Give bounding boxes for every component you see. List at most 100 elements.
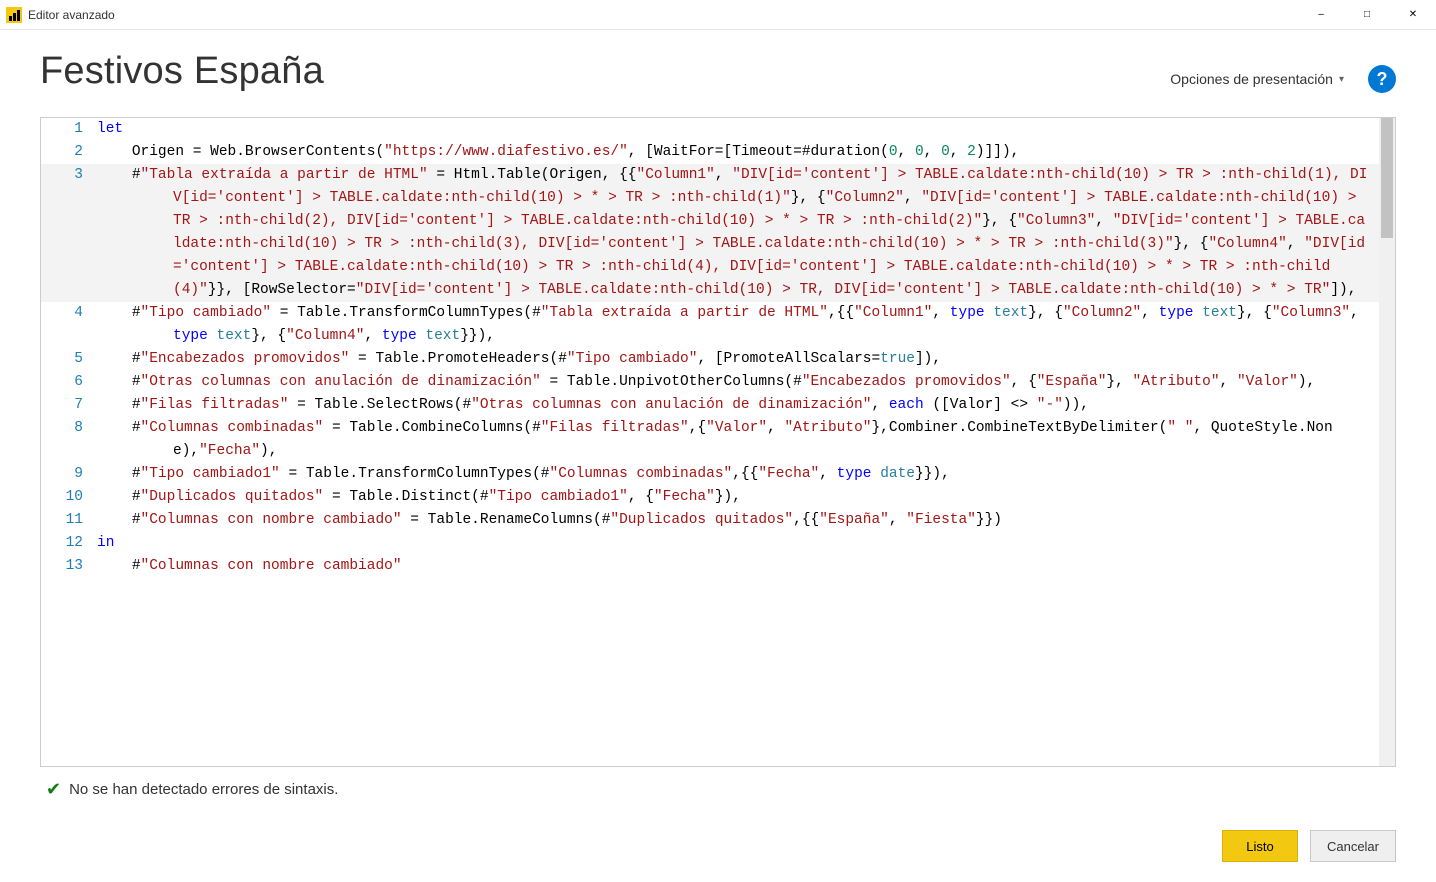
- string: "Fecha": [758, 466, 819, 482]
- string: "Columnas combinadas": [141, 420, 324, 436]
- keyword-type: type: [173, 328, 208, 344]
- keyword-in: in: [97, 535, 114, 551]
- string: "Column3": [1272, 305, 1350, 321]
- line-number: 13: [41, 555, 97, 578]
- code-text: #: [97, 420, 141, 436]
- code-text: }, {: [791, 190, 826, 206]
- code-line[interactable]: 13 #"Columnas con nombre cambiado": [41, 555, 1395, 578]
- code-text: #: [97, 466, 141, 482]
- line-number: 12: [41, 532, 97, 555]
- scrollbar[interactable]: [1379, 118, 1395, 766]
- code-text: }, {: [1028, 305, 1063, 321]
- code-text: ),: [1298, 374, 1315, 390]
- type-name: text: [217, 328, 252, 344]
- string: "Encabezados promovidos": [802, 374, 1011, 390]
- display-options-label: Opciones de presentación: [1170, 71, 1333, 87]
- check-icon: ✔: [46, 779, 61, 800]
- line-number: 1: [41, 118, 97, 141]
- code-text: = Table.PromoteHeaders(#: [349, 351, 567, 367]
- code-editor[interactable]: 1 let 2 Origen = Web.BrowserContents("ht…: [40, 117, 1396, 767]
- string: "Tipo cambiado": [567, 351, 698, 367]
- help-icon[interactable]: ?: [1368, 65, 1396, 93]
- titlebar: Editor avanzado – □ ✕: [0, 0, 1436, 30]
- code-line[interactable]: 10 #"Duplicados quitados" = Table.Distin…: [41, 486, 1395, 509]
- type-name: text: [425, 328, 460, 344]
- string: "Atributo": [1133, 374, 1220, 390]
- code-text: ,: [1095, 213, 1112, 229]
- literal-true: true: [880, 351, 915, 367]
- code-text: , [WaitFor=[Timeout=#duration(: [628, 144, 889, 160]
- string: "Column2": [826, 190, 904, 206]
- done-button[interactable]: Listo: [1222, 830, 1298, 862]
- cancel-button[interactable]: Cancelar: [1310, 830, 1396, 862]
- code-text: }}, [RowSelector=: [208, 282, 356, 298]
- code-text: ,: [950, 144, 967, 160]
- code-line[interactable]: 12 in: [41, 532, 1395, 555]
- string: "Column4": [1208, 236, 1286, 252]
- code-line-current[interactable]: 3 #"Tabla extraída a partir de HTML" = H…: [41, 164, 1395, 302]
- string: "Column1": [637, 167, 715, 183]
- code-line[interactable]: 6 #"Otras columnas con anulación de dina…: [41, 371, 1395, 394]
- code-text: = Table.SelectRows(#: [288, 397, 471, 413]
- code-line[interactable]: 5 #"Encabezados promovidos" = Table.Prom…: [41, 348, 1395, 371]
- line-number: 11: [41, 509, 97, 532]
- code-text: #: [97, 351, 141, 367]
- string: "Tabla extraída a partir de HTML": [141, 167, 428, 183]
- string: "Valor": [706, 420, 767, 436]
- string: "Columnas con nombre cambiado": [141, 558, 402, 574]
- code-text: #: [97, 397, 141, 413]
- keyword-type: type: [950, 305, 985, 321]
- code-text: ,{{: [732, 466, 758, 482]
- code-text: = Table.Distinct(#: [323, 489, 488, 505]
- string: "-": [1037, 397, 1063, 413]
- code-text: #: [97, 489, 141, 505]
- keyword-type: type: [1159, 305, 1194, 321]
- code-text: #: [97, 558, 141, 574]
- number: 0: [941, 144, 950, 160]
- line-number: 2: [41, 141, 97, 164]
- maximize-button[interactable]: □: [1344, 0, 1390, 30]
- code-text: #: [97, 512, 141, 528]
- code-line[interactable]: 7 #"Filas filtradas" = Table.SelectRows(…: [41, 394, 1395, 417]
- code-text: }, {: [982, 213, 1017, 229]
- code-editor-content[interactable]: 1 let 2 Origen = Web.BrowserContents("ht…: [41, 118, 1395, 766]
- code-line[interactable]: 2 Origen = Web.BrowserContents("https://…: [41, 141, 1395, 164]
- line-number: 3: [41, 164, 97, 187]
- chevron-down-icon: ▾: [1339, 74, 1344, 85]
- code-text: ,{{: [828, 305, 854, 321]
- string: "Atributo": [784, 420, 871, 436]
- string: "Otras columnas con anulación de dinamiz…: [471, 397, 871, 413]
- code-line[interactable]: 1 let: [41, 118, 1395, 141]
- code-line[interactable]: 11 #"Columnas con nombre cambiado" = Tab…: [41, 509, 1395, 532]
- minimize-button[interactable]: –: [1298, 0, 1344, 30]
- close-button[interactable]: ✕: [1390, 0, 1436, 30]
- string: "Tipo cambiado": [141, 305, 272, 321]
- string: "Encabezados promovidos": [141, 351, 350, 367]
- type-name: text: [1202, 305, 1237, 321]
- code-text: ,: [1220, 374, 1237, 390]
- window-controls: – □ ✕: [1298, 0, 1436, 30]
- display-options-dropdown[interactable]: Opciones de presentación ▾: [1170, 71, 1344, 87]
- line-number: 10: [41, 486, 97, 509]
- type-name: text: [993, 305, 1028, 321]
- code-text: = Table.TransformColumnTypes(#: [280, 466, 550, 482]
- code-text: )),: [1063, 397, 1089, 413]
- code-line[interactable]: 4 #"Tipo cambiado" = Table.TransformColu…: [41, 302, 1395, 348]
- code-line[interactable]: 8 #"Columnas combinadas" = Table.Combine…: [41, 417, 1395, 463]
- code-text: ,: [889, 512, 906, 528]
- code-line[interactable]: 9 #"Tipo cambiado1" = Table.TransformCol…: [41, 463, 1395, 486]
- code-text: ,: [767, 420, 784, 436]
- code-text: ,: [1350, 305, 1367, 321]
- string: "Tabla extraída a partir de HTML": [541, 305, 828, 321]
- string: "Otras columnas con anulación de dinamiz…: [141, 374, 541, 390]
- window-title: Editor avanzado: [28, 8, 115, 22]
- scrollbar-thumb[interactable]: [1381, 118, 1393, 238]
- line-number: 7: [41, 394, 97, 417]
- code-text: ,: [364, 328, 381, 344]
- code-text: = Table.CombineColumns(#: [323, 420, 541, 436]
- code-text: = Table.RenameColumns(#: [402, 512, 611, 528]
- line-number: 8: [41, 417, 97, 440]
- code-text: )]]),: [976, 144, 1020, 160]
- code-text: #: [97, 167, 141, 183]
- number: 0: [889, 144, 898, 160]
